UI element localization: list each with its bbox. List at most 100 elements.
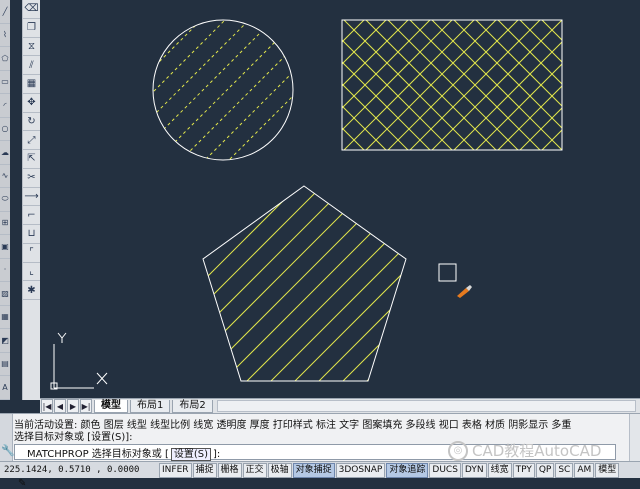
pentagon-hatch[interactable]	[40, 161, 640, 381]
command-scrollbar[interactable]	[629, 414, 640, 461]
hatch-line	[630, 20, 640, 150]
hatch-line	[318, 186, 406, 381]
erase-icon[interactable]: ⌫	[23, 0, 40, 19]
trim-icon[interactable]: ✂	[23, 169, 40, 188]
status-toggle-3[interactable]: 正交	[242, 462, 267, 478]
status-toggle-7[interactable]: 对象追踪	[386, 462, 429, 478]
hatch-line	[153, 20, 204, 160]
wrench-icon[interactable]: 🔧	[1, 444, 15, 457]
status-toggle-9[interactable]: DYN	[461, 462, 487, 478]
hatch-line	[564, 20, 640, 150]
command-prompt-text: MATCHPROP 选择目标对象或 [	[27, 448, 169, 460]
extend-icon[interactable]: ⟶	[23, 188, 40, 207]
hatch-line	[154, 20, 293, 160]
hatch-line	[270, 186, 406, 381]
status-toggle-10[interactable]: 线宽	[487, 462, 512, 478]
rectangle-icon[interactable]: ▭	[0, 71, 10, 95]
status-toggle-11[interactable]: TPY	[512, 462, 535, 478]
status-toggle-8[interactable]: DUCS	[429, 462, 461, 478]
hatch-line	[630, 20, 640, 150]
settings-option[interactable]: 设置(S)	[170, 447, 212, 461]
status-toggle-12[interactable]: QP	[535, 462, 555, 478]
status-toggle-5[interactable]: 对象捕捉	[292, 462, 335, 478]
hatch-line	[153, 20, 252, 160]
command-prompt-end: ]:	[213, 448, 221, 460]
hatch-line	[203, 186, 406, 381]
ellipse-icon[interactable]: ⬭	[0, 188, 10, 212]
region-icon[interactable]: ◩	[0, 329, 10, 353]
rectangle-hatch[interactable]	[212, 20, 640, 150]
hatch-line	[294, 186, 406, 381]
break-icon[interactable]: ⌐	[23, 206, 40, 225]
ucs-icon	[50, 332, 108, 390]
tab-model[interactable]: 模型	[94, 399, 128, 413]
tab-layout1[interactable]: 布局1	[130, 399, 171, 413]
hatch-line	[203, 186, 300, 381]
revcloud-icon[interactable]: ☁	[0, 141, 10, 165]
tab-layout2[interactable]: 布局2	[172, 399, 213, 413]
status-toggle-15[interactable]: 模型	[595, 462, 620, 478]
circle-icon[interactable]: ○	[0, 118, 10, 142]
polygon-icon[interactable]: ⬠	[0, 47, 10, 71]
polyline-icon[interactable]: ⌇	[0, 24, 10, 48]
status-toggle-0[interactable]: INFER	[159, 462, 192, 478]
array-icon[interactable]: ▦	[23, 75, 40, 94]
hatch-line	[178, 20, 293, 160]
mirror-icon[interactable]: ⧖	[23, 38, 40, 57]
coordinate-readout: 225.1424, 0.5710 , 0.0000	[4, 465, 140, 475]
rotate-icon[interactable]: ↻	[23, 113, 40, 132]
hatch-line	[519, 107, 562, 150]
status-toggle-6[interactable]: 3DOSNAP	[335, 462, 386, 478]
status-toggle-13[interactable]: SC	[555, 462, 574, 478]
join-icon[interactable]: ⊔	[23, 225, 40, 244]
table-icon[interactable]: ▤	[0, 353, 10, 377]
line-icon[interactable]: ╱	[0, 0, 10, 24]
status-toggle-2[interactable]: 栅格	[217, 462, 242, 478]
watermark-text: CAD教程AutoCAD	[472, 442, 602, 460]
pentagon-outline[interactable]	[202, 185, 407, 382]
status-toggle-4[interactable]: 极轴	[267, 462, 292, 478]
drawing-canvas[interactable]	[40, 0, 640, 398]
offset-icon[interactable]: ⫽	[23, 56, 40, 75]
hatch-line	[203, 186, 228, 381]
scale-icon[interactable]: ⤢	[23, 131, 40, 150]
command-prompt: MATCHPROP 选择目标对象或 [设置(S)]:	[15, 445, 221, 461]
hatch-line	[203, 186, 204, 381]
stretch-icon[interactable]: ⇱	[23, 150, 40, 169]
block-icon[interactable]: ▣	[0, 235, 10, 259]
status-toggle-1[interactable]: 捕捉	[192, 462, 217, 478]
move-icon[interactable]: ✥	[23, 94, 40, 113]
chamfer-icon[interactable]: ⌜	[23, 244, 40, 263]
hatch-line	[153, 20, 293, 160]
copy-icon[interactable]: ❐	[23, 19, 40, 38]
hatch-line	[342, 186, 406, 381]
layout-tabs-bar: |◀ ◀ ▶ ▶| 模型 布局1 布局2	[40, 398, 640, 413]
tab-nav-next[interactable]: ▶	[67, 399, 79, 413]
tab-nav-last[interactable]: ▶|	[80, 399, 92, 413]
circle-hatch[interactable]	[40, 0, 467, 210]
hatch-line	[153, 20, 293, 160]
status-toggle-14[interactable]: AM	[574, 462, 595, 478]
draw-toolbar-left: ╱ ⌇ ⬠ ▭ ◜ ○ ☁ ∿ ⬭ ⊞ ▣ · ▨ ▦ ◩ ▤ A	[0, 0, 10, 400]
arc-icon[interactable]: ◜	[0, 94, 10, 118]
point-icon[interactable]: ·	[0, 259, 10, 283]
gradient-icon[interactable]: ▦	[0, 306, 10, 330]
draw-toolbar: ⌫ ❐ ⧖ ⫽ ▦ ✥ ↻ ⤢ ⇱ ✂ ⟶ ⌐ ⊔ ⌜ ⌞ ✱	[22, 0, 41, 400]
tab-nav-prev[interactable]: ◀	[54, 399, 66, 413]
insert-icon[interactable]: ⊞	[0, 212, 10, 236]
hatch-icon[interactable]: ▨	[0, 282, 10, 306]
hatch-line	[203, 186, 324, 381]
tab-nav-first[interactable]: |◀	[41, 399, 53, 413]
hatch-line	[203, 186, 252, 381]
circle-outline[interactable]	[152, 19, 294, 161]
text-icon[interactable]: A	[0, 376, 10, 400]
hatch-line	[153, 20, 293, 160]
hatch-line	[608, 20, 640, 150]
explode-icon[interactable]: ✱	[23, 281, 40, 300]
fillet-icon[interactable]: ⌞	[23, 263, 40, 282]
hatch-line	[246, 186, 406, 381]
hatch-line	[415, 161, 635, 381]
horizontal-scrollbar[interactable]	[216, 400, 636, 412]
spline-icon[interactable]: ∿	[0, 165, 10, 189]
watermark: ◎ CAD教程AutoCAD	[448, 440, 601, 461]
